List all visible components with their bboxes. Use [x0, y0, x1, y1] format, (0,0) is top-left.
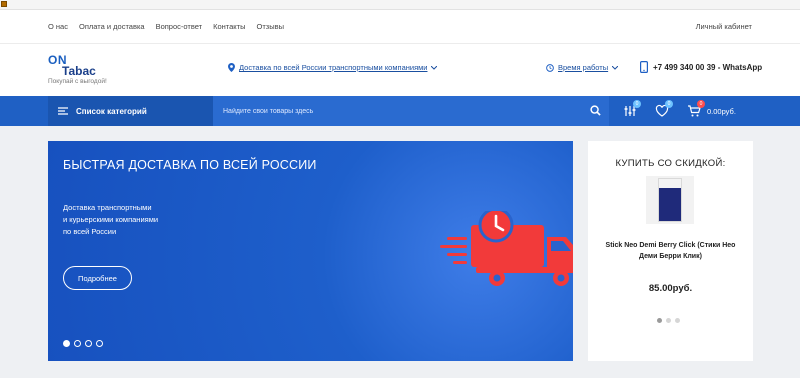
- cart-icon-wrap: 0: [687, 100, 705, 118]
- product-name[interactable]: Stick Neo Demi Berry Click (Стики Нео Де…: [598, 240, 743, 262]
- chevron-down-icon: [612, 65, 619, 70]
- site-header: ON Tabac Покупай с выгодой! Доставка по …: [0, 44, 800, 96]
- delivery-truck-icon: [440, 211, 573, 286]
- hero-banner[interactable]: БЫСТРАЯ ДОСТАВКА ПО ВСЕЙ РОССИИ Доставка…: [48, 141, 573, 361]
- delivery-text: Доставка по всей России транспортными ко…: [239, 63, 428, 72]
- discount-product-card: КУПИТЬ СО СКИДКОЙ: Stick Neo Demi Berry …: [588, 141, 753, 361]
- wishlist-button[interactable]: 0: [655, 100, 673, 118]
- slide-dot[interactable]: [85, 340, 92, 347]
- cart-total: 0.00руб.: [707, 106, 736, 116]
- wishlist-count-badge: 0: [665, 100, 673, 108]
- location-pin-icon: [228, 63, 235, 72]
- delivery-info-dropdown[interactable]: Доставка по всей России транспортными ко…: [228, 63, 438, 72]
- top-nav-links: О нас Оплата и доставка Вопрос-ответ Кон…: [48, 22, 284, 31]
- product-price: 85.00руб.: [648, 283, 693, 294]
- carousel-dot[interactable]: [657, 318, 662, 323]
- banner-desc-line: Доставка транспортными: [63, 203, 152, 212]
- search-bar: [213, 96, 609, 126]
- top-nav-bar: О нас Оплата и доставка Вопрос-ответ Кон…: [0, 10, 800, 44]
- main-content: БЫСТРАЯ ДОСТАВКА ПО ВСЕЙ РОССИИ Доставка…: [0, 126, 800, 378]
- compare-count-badge: 0: [633, 100, 641, 108]
- nav-link-payment-delivery[interactable]: Оплата и доставка: [79, 22, 145, 31]
- banner-pagination: [63, 340, 103, 347]
- nav-link-contacts[interactable]: Контакты: [213, 22, 245, 31]
- banner-desc-line: и курьерскими компаниями: [63, 215, 159, 224]
- carousel-dot[interactable]: [675, 318, 680, 323]
- search-input[interactable]: [223, 107, 583, 115]
- cart-count-badge: 0: [697, 100, 705, 108]
- chevron-down-icon: [431, 65, 438, 70]
- clock-icon: [546, 63, 554, 72]
- main-navbar: Список категорий 0 0 0 0.00руб.: [0, 96, 800, 126]
- banner-description: Доставка транспортными и курьерскими ком…: [63, 202, 223, 238]
- banner-title: БЫСТРАЯ ДОСТАВКА ПО ВСЕЙ РОССИИ: [63, 158, 317, 172]
- slide-dot[interactable]: [96, 340, 103, 347]
- product-image[interactable]: [646, 176, 694, 224]
- category-list-button[interactable]: Список категорий: [48, 96, 213, 126]
- site-logo[interactable]: ON Tabac Покупай с выгодой!: [48, 50, 138, 90]
- carousel-dot[interactable]: [666, 318, 671, 323]
- favicon-icon: [1, 1, 7, 7]
- banner-more-button[interactable]: Подробнее: [63, 266, 132, 290]
- logo-tagline: Покупай с выгодой!: [48, 78, 107, 85]
- compare-button[interactable]: 0: [623, 100, 641, 118]
- menu-icon: [58, 107, 68, 115]
- banner-desc-line: по всей России: [63, 227, 117, 236]
- working-hours-dropdown[interactable]: Время работы: [546, 63, 619, 72]
- phone-link[interactable]: +7 499 340 00 39 - WhatsApp: [640, 61, 762, 73]
- browser-top-strip: [0, 0, 800, 10]
- slide-dot[interactable]: [74, 340, 81, 347]
- working-hours-text: Время работы: [558, 63, 609, 72]
- nav-link-reviews[interactable]: Отзывы: [257, 22, 284, 31]
- cart-button[interactable]: 0 0.00руб.: [687, 100, 736, 118]
- account-link[interactable]: Личный кабинет: [696, 22, 752, 31]
- phone-number: +7 499 340 00 39 - WhatsApp: [653, 62, 763, 72]
- mobile-phone-icon: [640, 61, 648, 73]
- search-icon[interactable]: [590, 105, 601, 116]
- nav-link-about[interactable]: О нас: [48, 22, 68, 31]
- product-carousel-dots: [657, 318, 680, 323]
- slide-dot[interactable]: [63, 340, 70, 347]
- discount-title: КУПИТЬ СО СКИДКОЙ:: [615, 158, 726, 169]
- category-list-label: Список категорий: [76, 106, 147, 116]
- navbar-actions: 0 0 0 0.00руб.: [609, 96, 736, 126]
- nav-link-faq[interactable]: Вопрос-ответ: [156, 22, 203, 31]
- product-pack-image: [658, 178, 682, 222]
- logo-tabac-text: Tabac: [62, 64, 96, 78]
